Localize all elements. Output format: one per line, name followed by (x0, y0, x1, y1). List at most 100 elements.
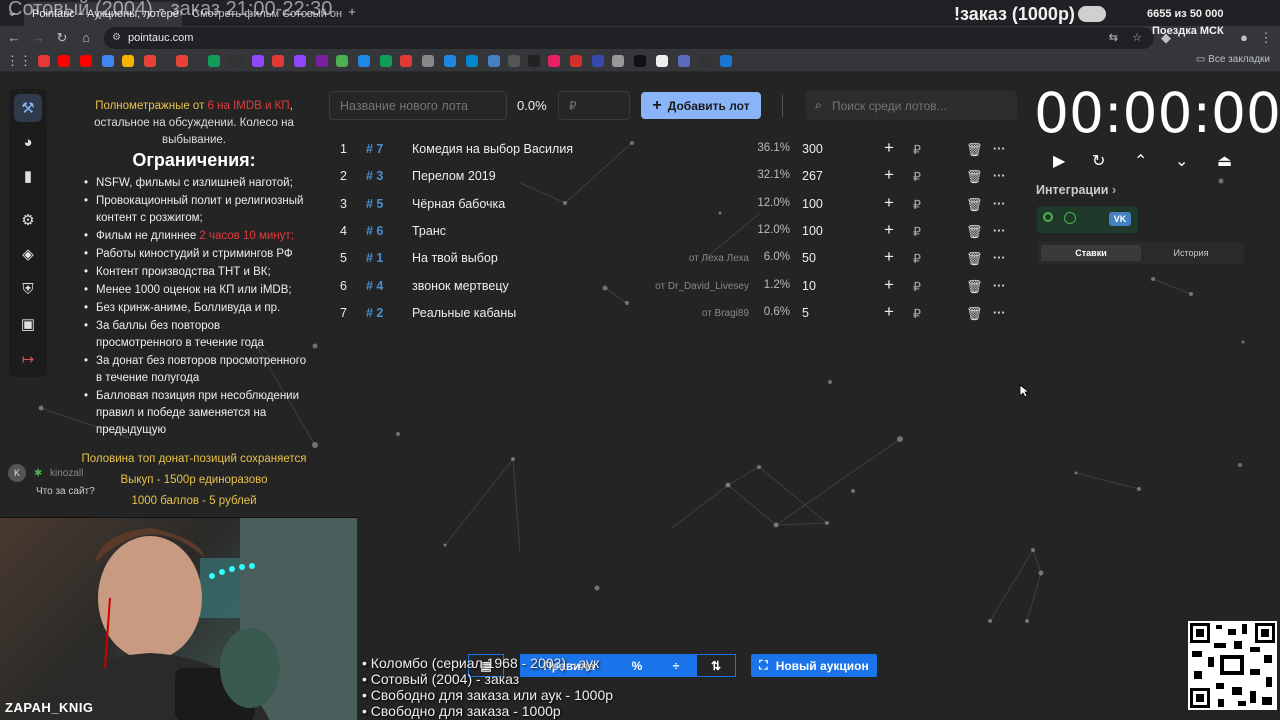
translate-icon[interactable]: ⇆ (1109, 27, 1118, 49)
bookmark-icon[interactable] (720, 55, 732, 67)
trash-icon[interactable]: 🗑 (966, 169, 983, 185)
bookmark-icon[interactable] (252, 55, 264, 67)
add-amount-icon[interactable]: + (884, 247, 894, 267)
bookmark-icon[interactable] (488, 55, 500, 67)
play-icon[interactable]: ▶ (1053, 151, 1065, 171)
bookmark-icon[interactable] (272, 55, 284, 67)
nav-wheel-icon[interactable]: ◕ (14, 128, 42, 156)
bookmark-icon[interactable] (358, 55, 370, 67)
add-amount-icon[interactable]: + (884, 220, 894, 240)
lot-name[interactable]: Перелом 2019 (412, 169, 496, 183)
bookmark-icon[interactable] (230, 55, 242, 67)
back-icon[interactable]: ← (6, 30, 22, 46)
new-auction-button[interactable]: ⛶ Новый аукцион (751, 654, 877, 677)
bookmark-star-icon[interactable]: ☆ (1132, 27, 1142, 49)
reload-icon[interactable]: ↻ (54, 30, 70, 46)
apps-icon[interactable]: ⋮⋮ (6, 53, 32, 69)
lot-name[interactable]: Чёрная бабочка (412, 197, 505, 211)
site-info-icon[interactable]: ⚙ (112, 27, 121, 49)
twitch-status-icon[interactable] (1043, 212, 1053, 222)
more-icon[interactable]: ··· (993, 251, 1006, 265)
bookmark-icon[interactable] (508, 55, 520, 67)
home-icon[interactable]: ⌂ (78, 30, 94, 46)
nav-stats-icon[interactable]: ▮ (14, 162, 42, 190)
bookmark-icon[interactable] (422, 55, 434, 67)
trash-icon[interactable]: 🗑 (966, 224, 983, 240)
nav-auction-icon[interactable]: ⚒ (14, 94, 42, 122)
bookmark-icon[interactable] (176, 55, 188, 67)
bookmark-icon[interactable] (208, 55, 220, 67)
address-bar[interactable]: ⚙ pointauc.com ⇆ ☆ (104, 27, 1154, 49)
bookmark-icon[interactable] (548, 55, 560, 67)
bookmark-icon[interactable] (592, 55, 604, 67)
bookmark-icon[interactable] (58, 55, 70, 67)
nav-layers-icon[interactable]: ◈ (14, 240, 42, 268)
more-icon[interactable]: ··· (993, 142, 1006, 156)
tab-history[interactable]: История (1141, 245, 1241, 261)
new-lot-name-input[interactable] (329, 91, 507, 120)
lot-name[interactable]: звонок мертвецу (412, 279, 509, 293)
lot-amount[interactable]: 10 (802, 279, 816, 293)
new-tab-icon[interactable]: + (344, 4, 360, 20)
vk-icon[interactable]: VK (1109, 212, 1131, 226)
bookmark-icon[interactable] (144, 55, 156, 67)
bookmark-icon[interactable] (700, 55, 712, 67)
chevron-up-icon[interactable]: ⌃ (1134, 151, 1147, 171)
forward-icon[interactable]: → (30, 30, 46, 46)
add-lot-button[interactable]: + Добавить лот (641, 92, 761, 119)
bookmark-icon[interactable] (122, 55, 134, 67)
bookmark-icon[interactable] (570, 55, 582, 67)
bookmark-icon[interactable] (380, 55, 392, 67)
lot-name[interactable]: Транс (412, 224, 446, 238)
nav-video-icon[interactable]: ▣ (14, 310, 42, 338)
trash-icon[interactable]: 🗑 (966, 279, 983, 295)
lot-amount[interactable]: 50 (802, 251, 816, 265)
bookmark-icon[interactable] (634, 55, 646, 67)
bookmark-icon[interactable] (444, 55, 456, 67)
chevron-down-icon[interactable]: ⌄ (1175, 151, 1188, 171)
lot-name[interactable]: Реальные кабаны (412, 306, 516, 320)
integrations-link[interactable]: Интеграции › (1036, 183, 1116, 197)
bookmark-icon[interactable] (612, 55, 624, 67)
more-icon[interactable]: ··· (993, 197, 1006, 211)
lot-name[interactable]: На твой выбор (412, 251, 498, 265)
tab-bids[interactable]: Ставки (1041, 245, 1141, 261)
trash-icon[interactable]: 🗑 (966, 197, 983, 213)
bookmark-icon[interactable] (528, 55, 540, 67)
trash-icon[interactable]: 🗑 (966, 306, 983, 322)
split-icon[interactable]: ÷ (656, 654, 696, 677)
lot-amount[interactable]: 5 (802, 306, 809, 320)
add-amount-icon[interactable]: + (884, 275, 894, 295)
add-amount-icon[interactable]: + (884, 138, 894, 158)
percent-toggle-icon[interactable]: % (618, 654, 656, 677)
bookmark-icon[interactable] (294, 55, 306, 67)
nav-settings-icon[interactable]: ⚙ (14, 206, 42, 234)
nav-shield-icon[interactable]: ⛨ (14, 275, 42, 303)
add-amount-icon[interactable]: + (884, 193, 894, 213)
sort-icon[interactable]: ⇅ (696, 654, 736, 677)
trash-icon[interactable]: 🗑 (966, 142, 983, 158)
eject-icon[interactable]: ⏏ (1217, 151, 1232, 171)
add-amount-icon[interactable]: + (884, 302, 894, 322)
lot-amount[interactable]: 100 (802, 224, 823, 238)
more-icon[interactable]: ··· (993, 306, 1006, 320)
lot-amount[interactable]: 267 (802, 169, 823, 183)
lot-name[interactable]: Комедия на выбор Василия (412, 142, 573, 156)
all-bookmarks-link[interactable]: ▭ Все закладки (1196, 54, 1270, 65)
more-icon[interactable]: ··· (993, 279, 1006, 293)
bookmark-icon[interactable] (336, 55, 348, 67)
add-amount-icon[interactable]: + (884, 165, 894, 185)
trash-icon[interactable]: 🗑 (966, 251, 983, 267)
menu-icon[interactable]: ⋮ (1258, 30, 1274, 46)
donation-status-icon[interactable] (1064, 212, 1076, 224)
reset-icon[interactable]: ↻ (1092, 151, 1105, 171)
bookmark-icon[interactable] (80, 55, 92, 67)
bookmark-icon[interactable] (316, 55, 328, 67)
bookmark-icon[interactable] (38, 55, 50, 67)
more-icon[interactable]: ··· (993, 224, 1006, 238)
new-lot-amount-input[interactable] (558, 91, 630, 120)
nav-logout-icon[interactable]: ↦ (14, 345, 42, 373)
bookmark-icon[interactable] (400, 55, 412, 67)
lot-amount[interactable]: 100 (802, 197, 823, 211)
bookmark-icon[interactable] (656, 55, 668, 67)
